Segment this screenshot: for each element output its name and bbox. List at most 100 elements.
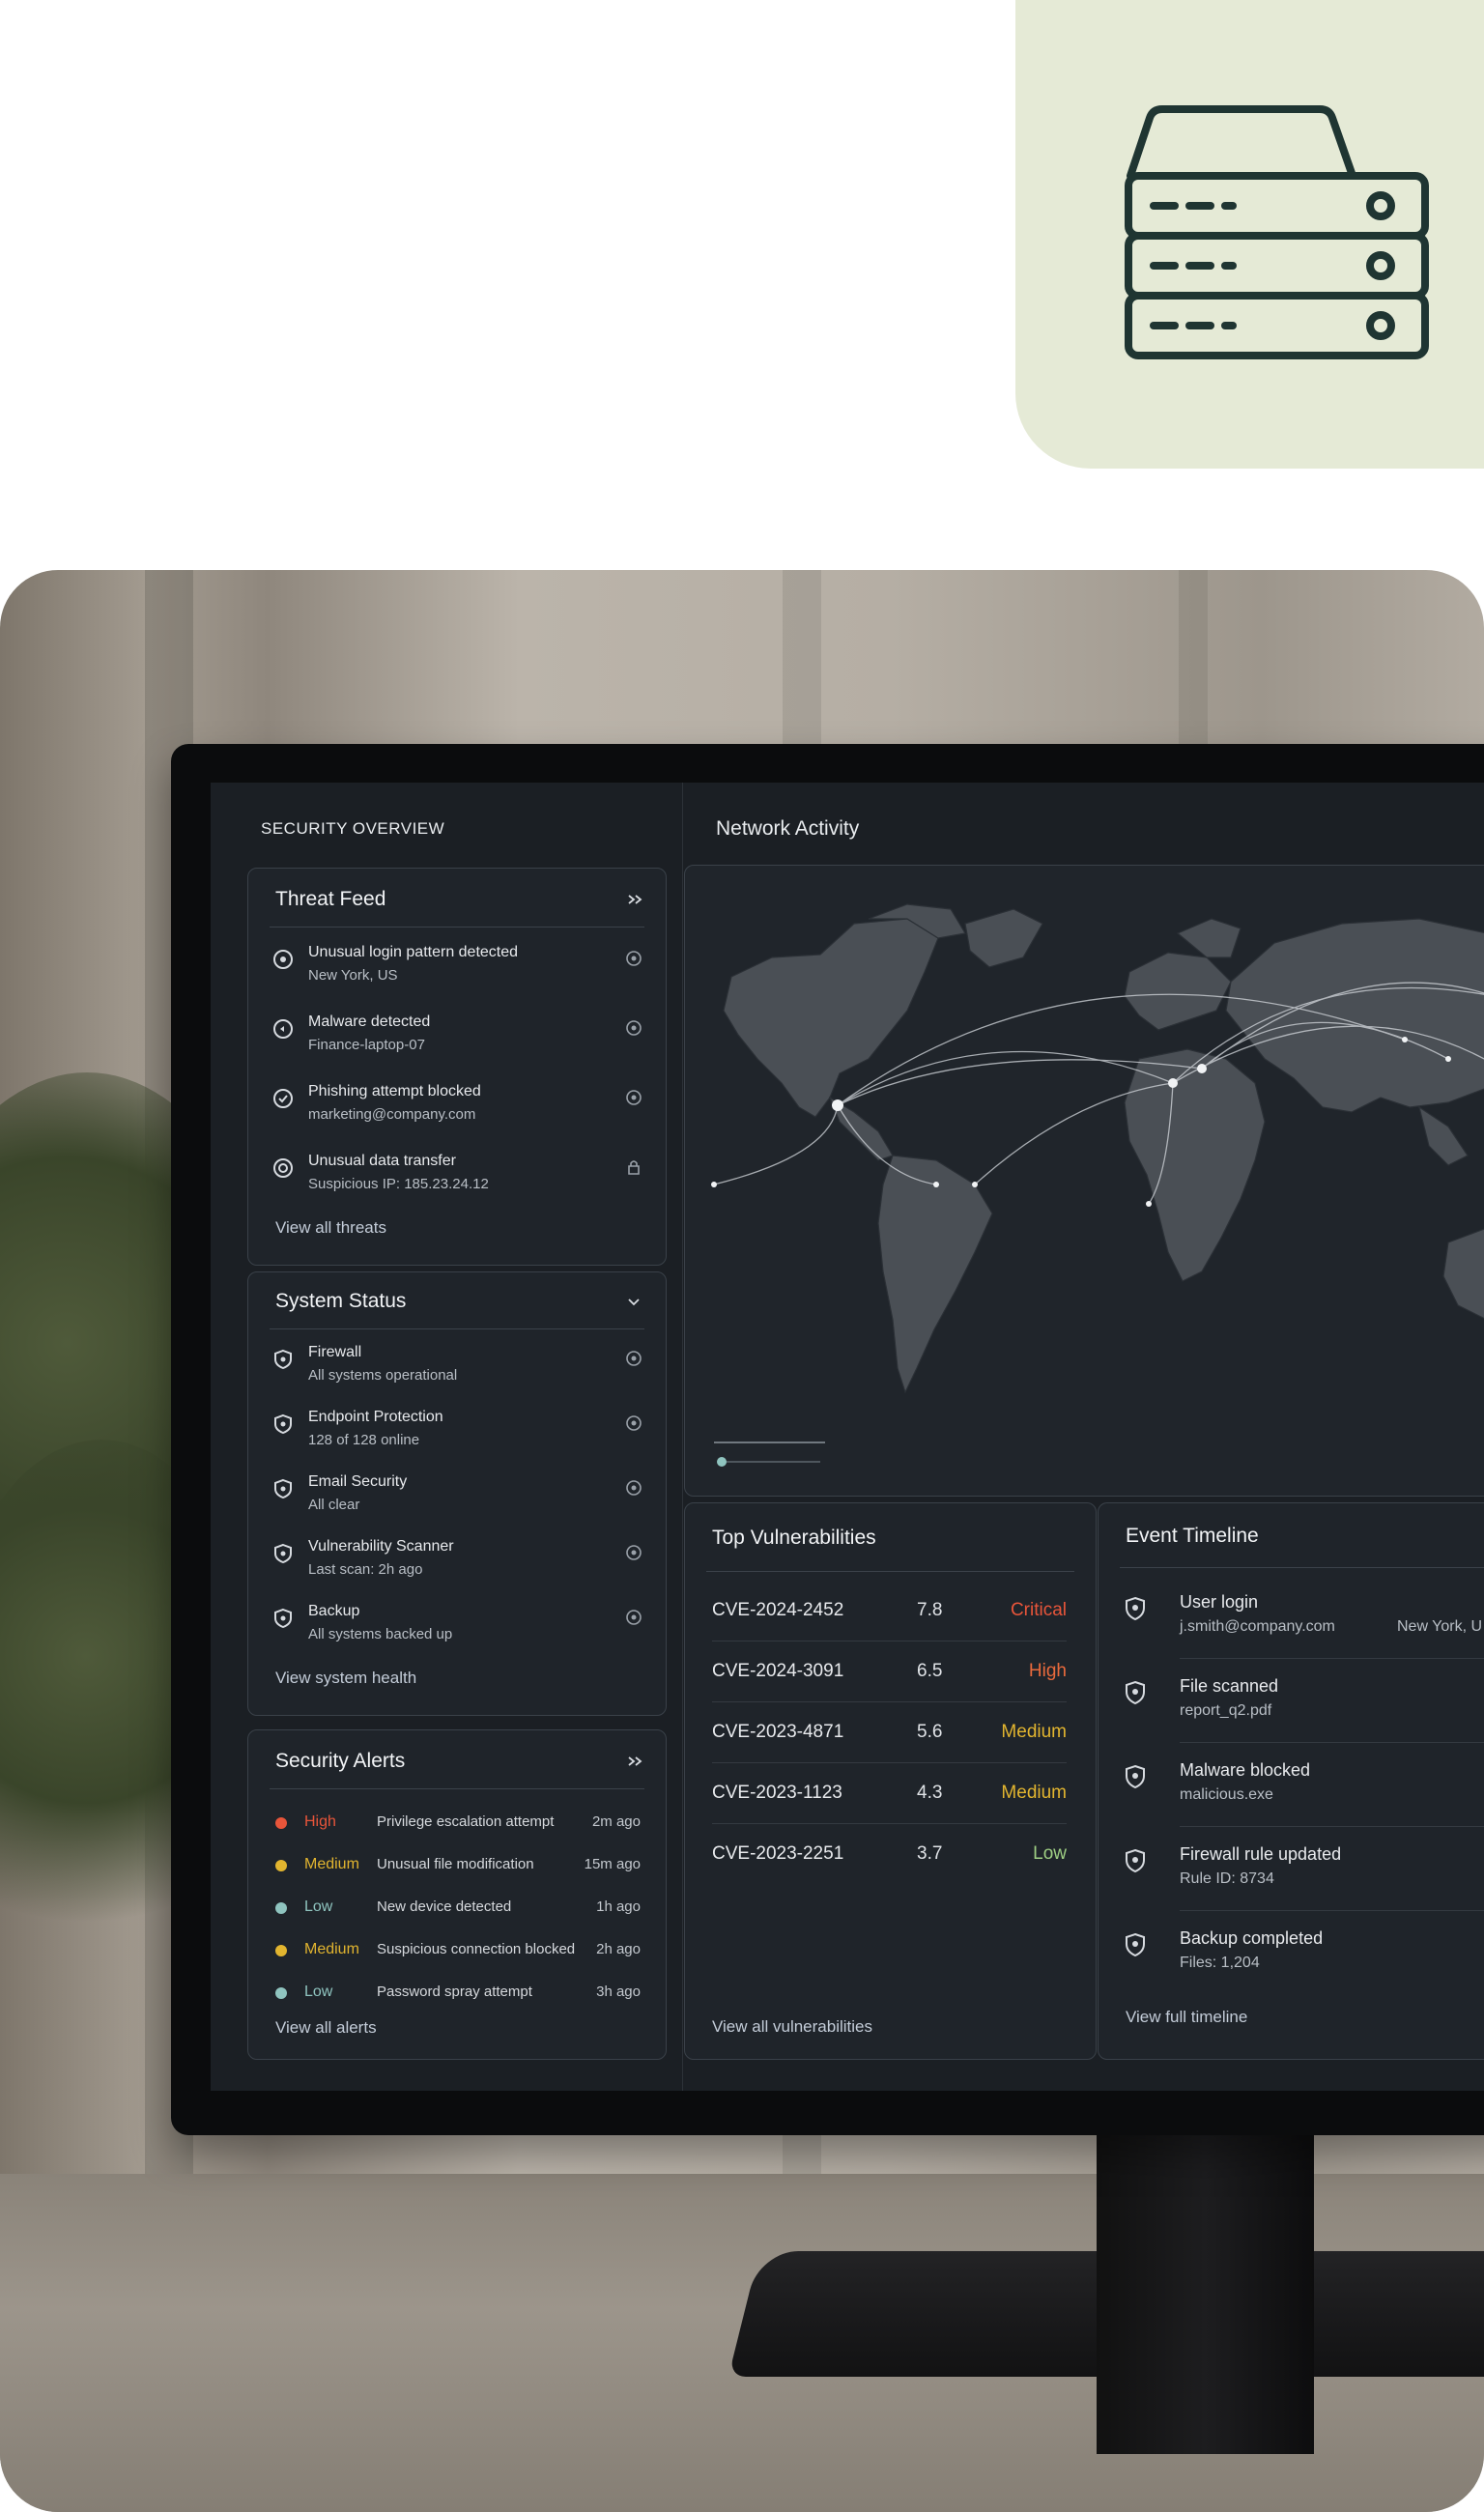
target-icon[interactable] <box>625 1479 642 1497</box>
alert-time: 2m ago <box>591 1813 641 1830</box>
alert-description: Privilege escalation attempt <box>377 1813 555 1830</box>
cvss-score: 4.3 <box>917 1783 943 1803</box>
cve-id: CVE-2023-1123 <box>712 1783 842 1803</box>
alert-time: 3h ago <box>596 1984 641 2000</box>
event-timeline-panel: Event Timeline User login j.smith@company… <box>1098 1502 1484 2060</box>
event-detail: report_q2.pdf <box>1180 1702 1272 1719</box>
map-legend <box>714 1442 825 1467</box>
severity-dot <box>275 1860 287 1871</box>
alert-severity: Medium <box>304 1941 359 1957</box>
row-divider <box>712 1701 1067 1702</box>
alert-severity: Medium <box>304 1856 359 1872</box>
lock-icon[interactable] <box>625 1158 642 1176</box>
cvss-score: 5.6 <box>917 1722 943 1742</box>
status-detail: All clear <box>308 1497 360 1513</box>
network-map-panel <box>684 865 1484 1497</box>
cve-id: CVE-2024-3091 <box>712 1661 844 1681</box>
backup-shield-icon <box>1126 1932 1145 1957</box>
system-status-panel: System Status Firewall All systems opera… <box>247 1271 667 1716</box>
view-all-vulnerabilities-link[interactable]: View all vulnerabilities <box>712 2017 872 2037</box>
target-icon[interactable] <box>625 1544 642 1561</box>
target-icon[interactable] <box>625 1609 642 1626</box>
row-divider <box>1180 1658 1484 1659</box>
status-title: Vulnerability Scanner <box>308 1538 454 1555</box>
panel-divider <box>270 927 644 928</box>
cvss-score: 6.5 <box>917 1661 943 1681</box>
view-all-threats-link[interactable]: View all threats <box>275 1218 386 1238</box>
severity-dot <box>275 1817 287 1829</box>
alert-severity: Low <box>304 1898 333 1915</box>
shield-icon <box>274 1608 292 1629</box>
panel-divider <box>270 1788 644 1789</box>
alert-time: 2h ago <box>596 1941 641 1957</box>
file-shield-icon <box>1126 1680 1145 1705</box>
app-icon-tile <box>1015 0 1484 469</box>
dashboard-screen: SECURITY OVERVIEW Network Activity Threa… <box>211 783 1484 2091</box>
threat-detail: Suspicious IP: 185.23.24.12 <box>308 1176 489 1192</box>
malware-shield-icon <box>1126 1764 1145 1789</box>
target-icon[interactable] <box>625 1019 642 1037</box>
vulnerability-severity: Low <box>1033 1843 1067 1864</box>
panel-divider <box>706 1571 1074 1572</box>
alert-description: Password spray attempt <box>377 1984 532 2000</box>
threat-detail: Finance-laptop-07 <box>308 1037 425 1053</box>
view-all-alerts-link[interactable]: View all alerts <box>275 2018 377 2038</box>
shield-icon <box>274 1543 292 1564</box>
alert-time: 15m ago <box>584 1856 641 1872</box>
cve-id: CVE-2023-2251 <box>712 1843 844 1864</box>
system-status-title: System Status <box>275 1290 407 1312</box>
event-location: New York, U <box>1397 1618 1483 1635</box>
threat-detail: marketing@company.com <box>308 1106 476 1123</box>
vulnerability-severity: Medium <box>1001 1722 1067 1742</box>
vulnerability-severity: Medium <box>1001 1783 1067 1803</box>
status-title: Endpoint Protection <box>308 1409 443 1425</box>
shield-icon <box>274 1349 292 1370</box>
cve-id: CVE-2024-2452 <box>712 1600 844 1620</box>
column-divider <box>682 783 683 2091</box>
target-icon[interactable] <box>625 1414 642 1432</box>
double-chevron-right-icon[interactable] <box>627 1756 642 1767</box>
alert-time: 1h ago <box>596 1898 641 1915</box>
target-icon[interactable] <box>625 950 642 967</box>
alert-circle-icon <box>273 950 293 969</box>
event-detail: Rule ID: 8734 <box>1180 1870 1274 1887</box>
threat-feed-title: Threat Feed <box>275 888 386 910</box>
section-title: SECURITY OVERVIEW <box>261 819 445 838</box>
status-title: Email Security <box>308 1473 408 1490</box>
data-transfer-icon <box>273 1158 293 1178</box>
top-vulnerabilities-panel: Top Vulnerabilities CVE-2024-2452 7.8 Crit… <box>684 1502 1097 2060</box>
threat-title: Unusual data transfer <box>308 1153 456 1169</box>
network-activity-title: Network Activity <box>716 817 860 840</box>
view-full-timeline-link[interactable]: View full timeline <box>1126 2008 1247 2027</box>
row-divider <box>1180 1826 1484 1827</box>
monitor-stand-neck <box>1097 2126 1314 2454</box>
security-alerts-panel: Security Alerts High Privilege escalation… <box>247 1729 667 2060</box>
world-map <box>711 903 1484 1467</box>
server-icon <box>1125 105 1429 359</box>
status-detail: All systems backed up <box>308 1626 453 1642</box>
event-title: Malware blocked <box>1180 1760 1311 1780</box>
status-title: Firewall <box>308 1344 362 1360</box>
alert-severity: High <box>304 1813 336 1830</box>
alert-severity: Low <box>304 1984 333 2000</box>
chevron-down-icon[interactable] <box>627 1298 641 1307</box>
threat-feed-panel: Threat Feed Unusual login pattern detect… <box>247 868 667 1266</box>
cvss-score: 7.8 <box>917 1600 943 1620</box>
target-icon[interactable] <box>625 1350 642 1367</box>
event-title: Backup completed <box>1180 1928 1324 1948</box>
target-icon[interactable] <box>625 1089 642 1106</box>
threat-title: Phishing attempt blocked <box>308 1083 481 1099</box>
cve-id: CVE-2023-4871 <box>712 1722 844 1742</box>
panel-divider <box>270 1328 644 1329</box>
threat-title: Unusual login pattern detected <box>308 944 519 960</box>
monitor-photo: SECURITY OVERVIEW Network Activity Threa… <box>0 570 1484 2512</box>
view-system-health-link[interactable]: View system health <box>275 1669 416 1688</box>
event-detail: Files: 1,204 <box>1180 1955 1260 1971</box>
alert-description: Unusual file modification <box>377 1856 534 1872</box>
row-divider <box>1180 1742 1484 1743</box>
security-alerts-title: Security Alerts <box>275 1750 406 1772</box>
double-chevron-right-icon[interactable] <box>627 894 642 905</box>
threat-title: Malware detected <box>308 1013 431 1030</box>
alert-description: Suspicious connection blocked <box>377 1941 576 1957</box>
cvss-score: 3.7 <box>917 1843 943 1864</box>
